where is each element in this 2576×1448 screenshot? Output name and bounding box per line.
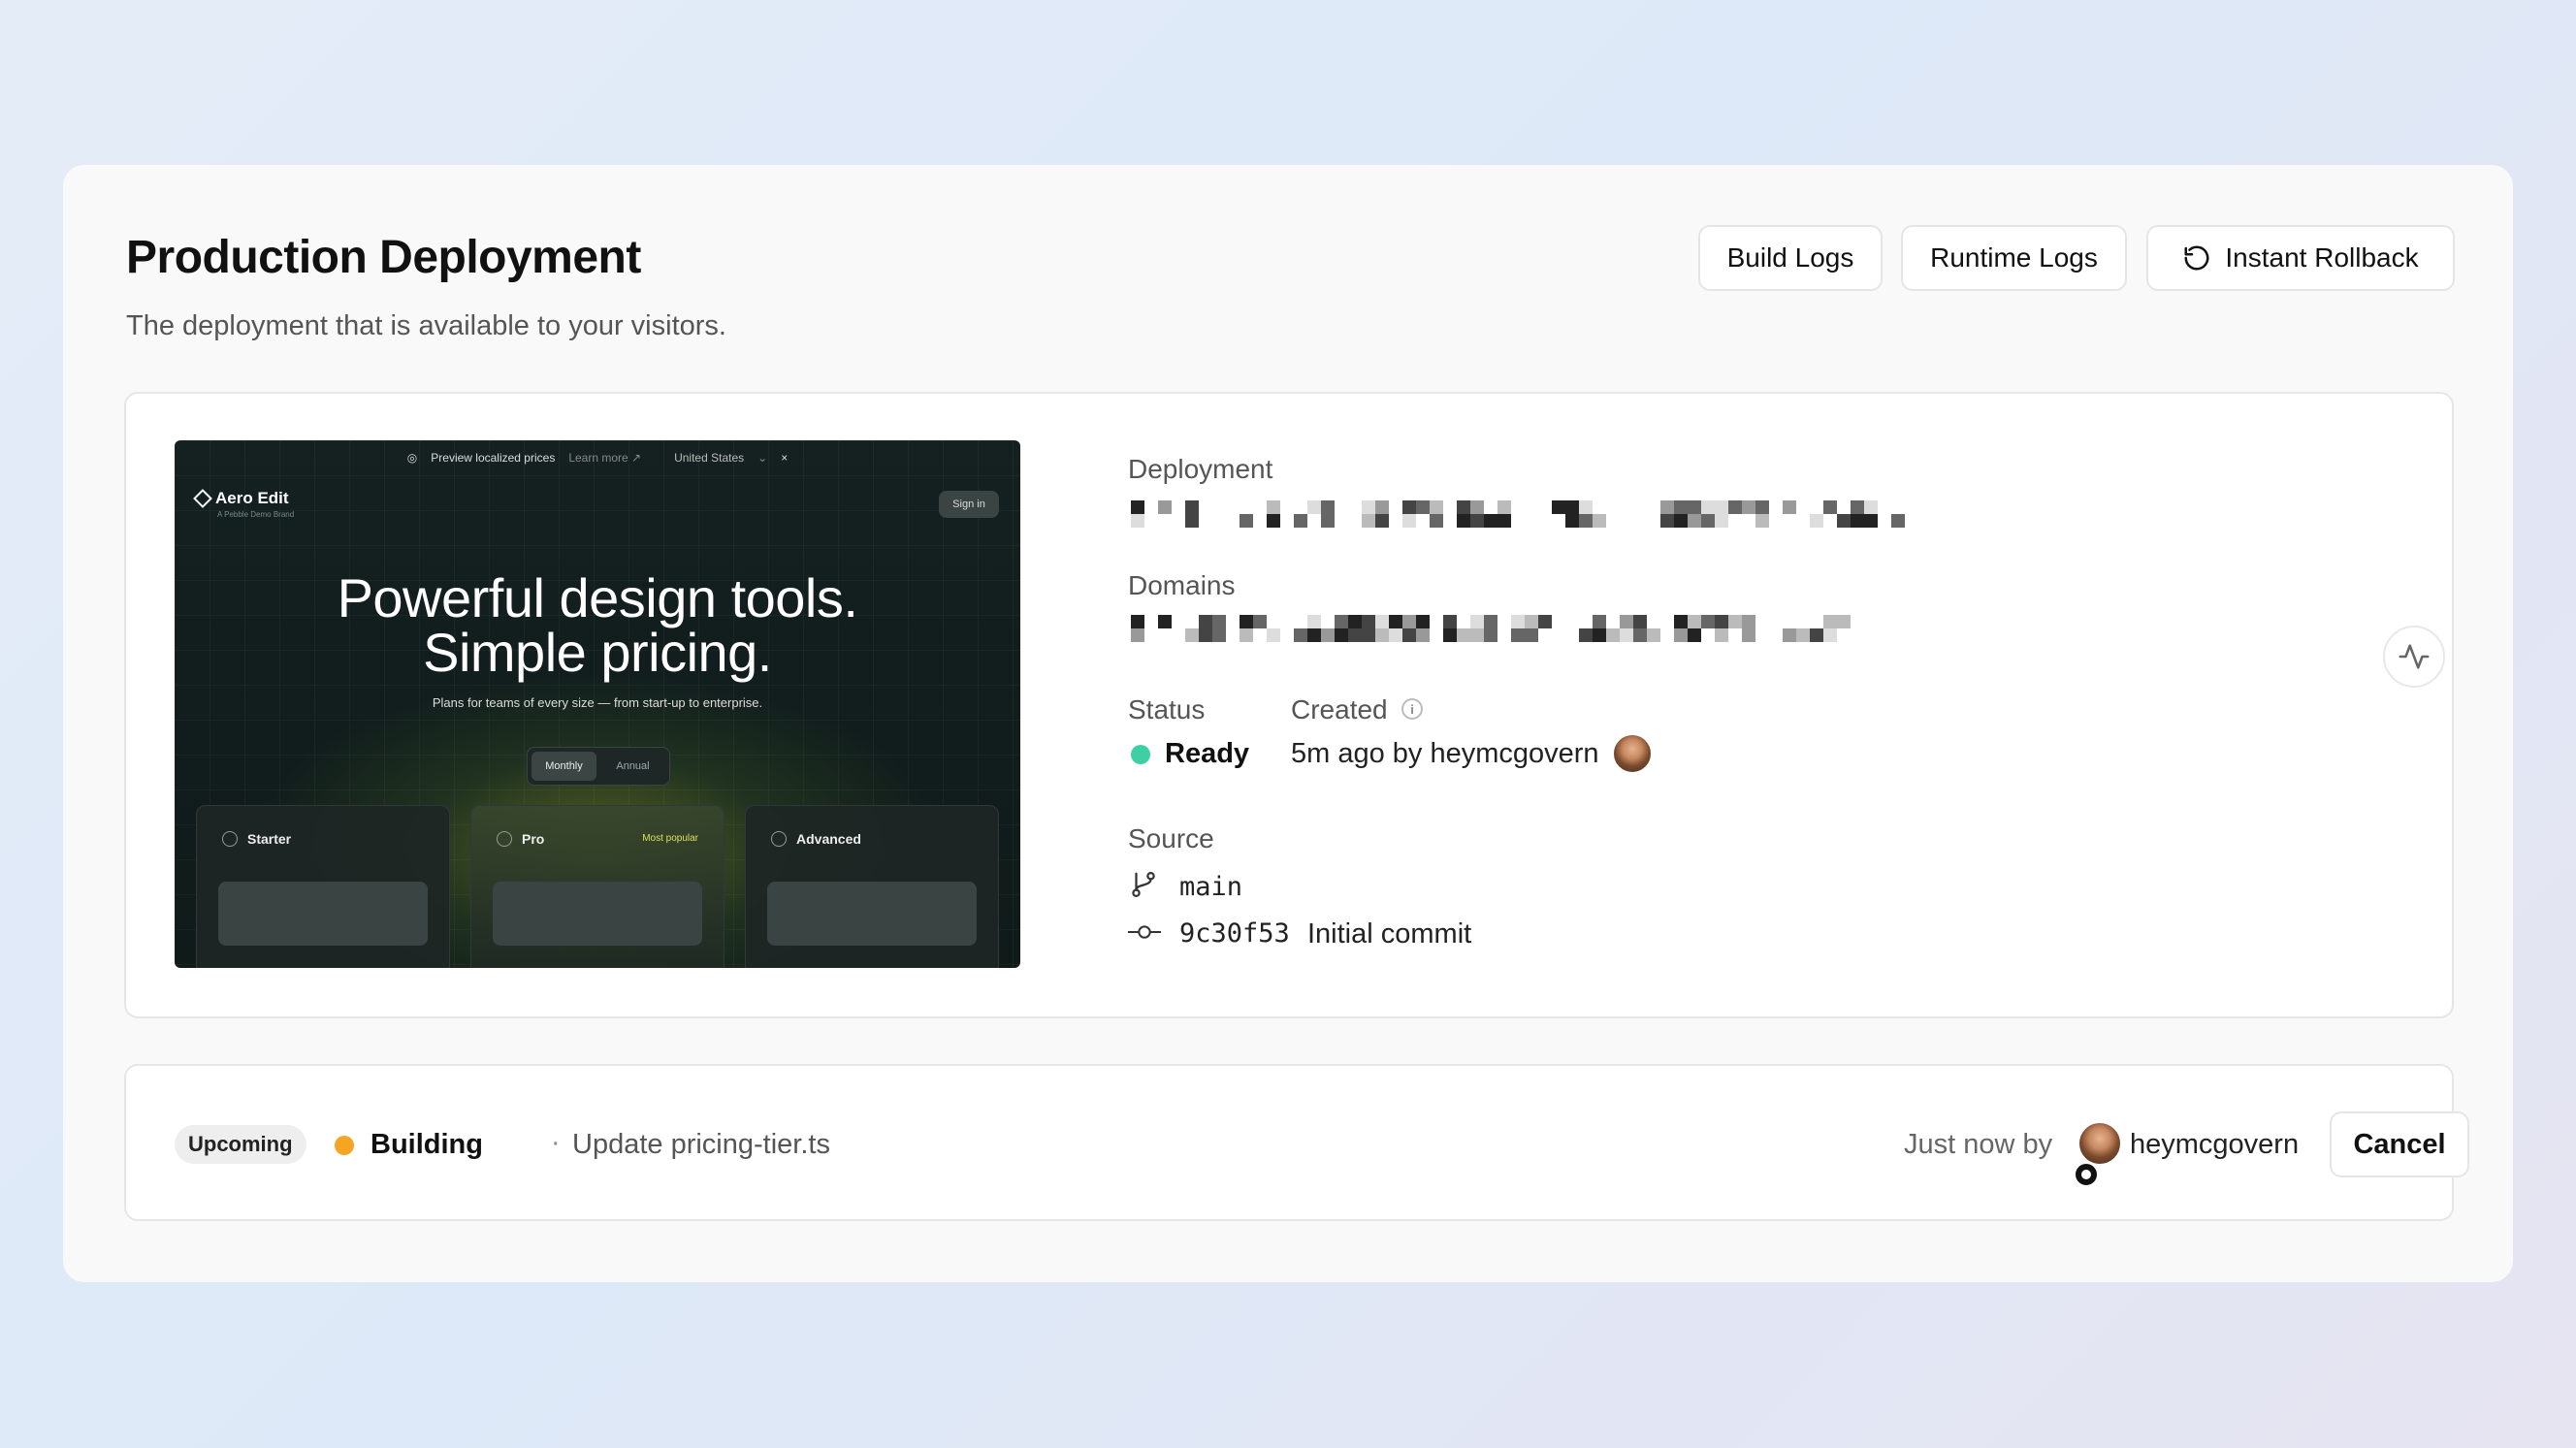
preview-logo-text: Aero Edit [215,489,289,507]
instant-rollback-button[interactable]: Instant Rollback [2146,225,2455,291]
git-branch-icon [1132,872,1155,897]
deployment-card: ◎ Preview localized prices Learn more ↗ … [124,392,2454,1018]
build-logs-label: Build Logs [1726,242,1854,273]
rollback-icon [2184,245,2209,271]
separator-dot: · [551,1127,561,1158]
production-deployment-panel: Production Deployment The deployment tha… [63,165,2513,1282]
created-value: 5m ago by heymcgovern [1291,738,1599,769]
analytics-pulse-button[interactable] [2383,626,2445,688]
upcoming-deployment-card[interactable]: Upcoming Building · Update pricing-tier.… [124,1064,2469,1221]
commit-message[interactable]: Initial commit [1307,918,1471,950]
preview-logo-icon [193,489,212,508]
preview-topbar-link: Learn more ↗ [568,451,642,465]
cancel-button[interactable]: Cancel [2330,1111,2469,1177]
status-label: Status [1128,694,1206,724]
plan-icon [771,831,787,847]
activity-icon [2399,644,2430,669]
github-icon [2073,1161,2100,1188]
commit-hash[interactable]: 9c30f53 [1179,918,1290,949]
status-value: Ready [1165,738,1250,769]
preview-plan-card: Pro Most popular [470,805,724,968]
creator-avatar[interactable] [1612,733,1653,774]
plan-name: Advanced [796,831,861,847]
preview-chevron-icon: ⌄ [757,451,768,465]
upcoming-time: Just now by [1904,1129,2053,1160]
plan-placeholder [767,882,977,946]
page-subtitle: The deployment that is available to your… [126,310,726,341]
preview-headline-line-2: Simple pricing. [423,622,772,683]
preview-plan-card: Starter [196,805,450,968]
branch-name[interactable]: main [1179,872,1242,902]
building-status-dot [335,1136,354,1155]
building-status: Building [370,1129,483,1160]
upcoming-user-avatar[interactable] [2077,1121,2122,1166]
deployment-preview-thumbnail[interactable]: ◎ Preview localized prices Learn more ↗ … [175,440,1020,968]
upcoming-badge: Upcoming [175,1125,306,1164]
preview-subhead: Plans for teams of every size — from sta… [432,695,763,710]
preview-topbar-text: Preview localized prices [431,451,556,465]
domain-url-redacted[interactable] [1131,615,1851,642]
deployment-url-redacted[interactable] [1131,500,1905,528]
git-commit-icon [1128,925,1161,939]
preview-plan-card: Advanced [745,805,999,968]
info-icon[interactable]: i [1401,698,1423,720]
runtime-logs-label: Runtime Logs [1930,242,2098,273]
plan-placeholder [493,882,702,946]
preview-headline-line-1: Powerful design tools. [337,567,858,628]
preview-tagline: A Pebble Demo Brand [217,510,295,519]
upcoming-user[interactable]: heymcgovern [2130,1129,2299,1161]
preview-billing-toggle: Monthly Annual [527,747,670,786]
preview-toggle-annual: Annual [616,760,650,772]
page-title: Production Deployment [126,232,641,283]
preview-headline: Powerful design tools. Simple pricing. [175,571,1020,680]
preview-topbar: ◎ Preview localized prices Learn more ↗ … [175,440,1020,475]
plan-icon [222,831,238,847]
preview-globe-icon: ◎ [406,451,418,465]
plan-popular-badge: Most popular [642,833,698,844]
plan-name: Pro [522,831,545,847]
status-ready-dot [1131,745,1150,764]
build-logs-button[interactable]: Build Logs [1698,225,1883,291]
preview-signin-button: Sign in [939,491,999,518]
preview-country-select: United States [674,451,745,465]
preview-close-icon: × [781,451,789,465]
plan-icon [497,831,512,847]
preview-logo: Aero Edit [193,489,289,508]
instant-rollback-label: Instant Rollback [2225,242,2419,273]
preview-toggle-monthly: Monthly [531,752,596,781]
upcoming-commit-message: Update pricing-tier.ts [572,1129,830,1160]
deployment-label: Deployment [1128,454,1273,484]
runtime-logs-button[interactable]: Runtime Logs [1901,225,2127,291]
plan-name: Starter [247,831,292,847]
created-label: Created [1291,694,1388,724]
plan-placeholder [218,882,428,946]
domains-label: Domains [1128,570,1236,600]
source-label: Source [1128,823,1214,853]
